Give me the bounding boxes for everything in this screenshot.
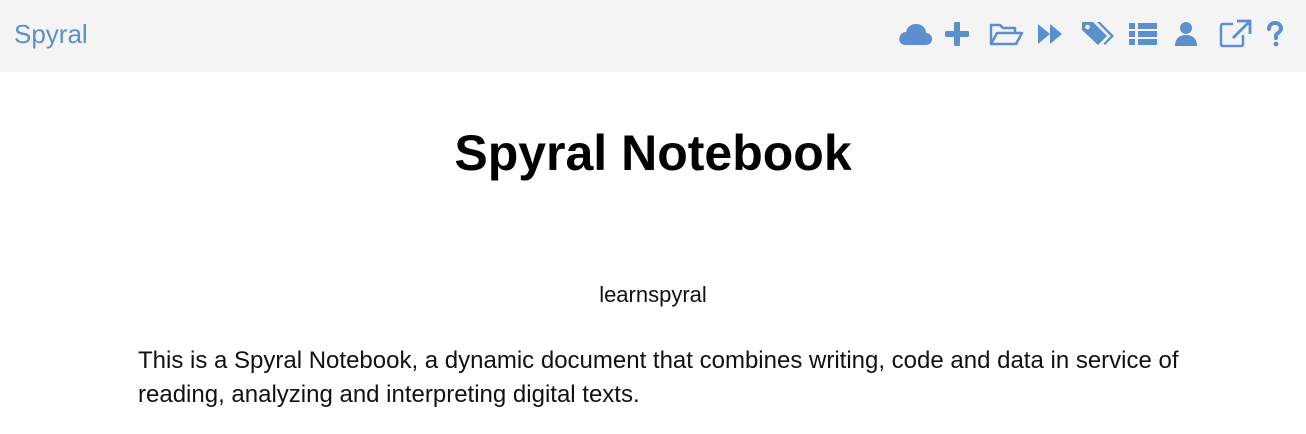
folder-open-icon[interactable] [987,16,1025,52]
list-icon[interactable] [1126,16,1160,52]
user-icon[interactable] [1172,16,1200,52]
plus-icon[interactable] [942,16,972,52]
header-bar: Spyral [0,0,1306,72]
app-brand-link[interactable]: Spyral [14,17,88,51]
tags-icon[interactable] [1080,16,1116,52]
fast-forward-icon[interactable] [1034,16,1066,52]
notebook-author: learnspyral [599,282,707,307]
external-link-icon[interactable] [1217,16,1253,52]
question-icon[interactable] [1264,16,1286,52]
notebook-intro-text: This is a Spyral Notebook, a dynamic doc… [138,347,1179,408]
cloud-icon[interactable] [897,16,933,52]
notebook-title: Spyral Notebook [454,125,852,181]
